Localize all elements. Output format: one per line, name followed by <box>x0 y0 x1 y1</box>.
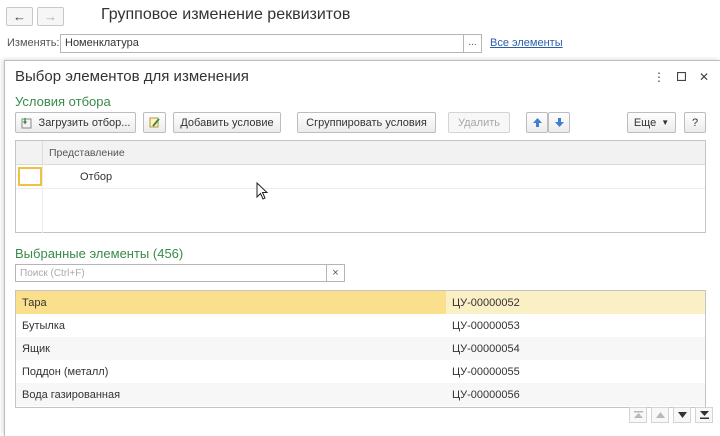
scroll-last-icon <box>699 411 709 419</box>
item-name: Поддон (металл) <box>22 366 109 378</box>
move-down-icon <box>554 118 564 127</box>
scroll-last-button[interactable] <box>695 407 713 423</box>
move-down-button[interactable] <box>548 112 570 133</box>
scroll-down-icon <box>677 412 687 418</box>
selected-section-title: Выбранные элементы (456) <box>15 246 184 261</box>
scroll-down-button[interactable] <box>673 407 691 423</box>
clear-search-button[interactable]: × <box>327 264 345 282</box>
back-button[interactable]: ← <box>6 7 33 26</box>
move-up-button[interactable] <box>526 112 548 133</box>
search-input[interactable]: Поиск (Ctrl+F) <box>15 264 327 282</box>
all-elements-link[interactable]: Все элементы <box>490 37 563 49</box>
more-button[interactable]: Еще ▼ <box>627 112 676 133</box>
load-filter-button[interactable]: Загрузить отбор... <box>15 112 136 133</box>
column-divider <box>42 165 43 233</box>
table-row[interactable]: Вода газированная ЦУ-00000056 <box>16 383 705 406</box>
item-name: Тара <box>16 291 446 314</box>
move-up-icon <box>532 118 542 127</box>
change-object-field[interactable]: Номенклатура <box>60 34 464 53</box>
filter-row-label: Отбор <box>80 171 113 183</box>
use-checkbox[interactable] <box>18 167 42 186</box>
item-code: ЦУ-00000052 <box>446 291 705 314</box>
table-row[interactable]: Поддон (металл) ЦУ-00000055 <box>16 360 705 383</box>
settings-edit-button[interactable] <box>143 112 166 133</box>
change-label: Изменять: <box>7 37 60 49</box>
table-row[interactable]: Бутылка ЦУ-00000053 <box>16 314 705 337</box>
item-name: Вода газированная <box>22 389 121 401</box>
item-code: ЦУ-00000053 <box>452 320 520 332</box>
help-button[interactable]: ? <box>684 112 706 133</box>
load-filter-icon <box>21 117 32 128</box>
header-divider <box>42 141 43 164</box>
filter-section-title: Условия отбора <box>15 94 111 109</box>
item-code: ЦУ-00000055 <box>452 366 520 378</box>
back-arrow-icon: ← <box>13 9 26 24</box>
scroll-first-button[interactable] <box>629 407 647 423</box>
scroll-first-icon <box>633 411 643 418</box>
background-window: ← → Групповое изменение реквизитов Измен… <box>0 0 720 60</box>
select-elements-dialog: Выбор элементов для изменения ⋮ ✕ Услови… <box>4 60 720 436</box>
forward-arrow-icon: → <box>44 9 57 24</box>
maximize-icon[interactable] <box>674 70 688 84</box>
load-filter-label: Загрузить отбор... <box>38 116 131 129</box>
item-code: ЦУ-00000054 <box>452 343 520 355</box>
scroll-up-icon <box>655 412 665 418</box>
settings-edit-icon <box>149 117 160 128</box>
table-header: Представление <box>16 141 705 165</box>
filter-conditions-table[interactable]: Представление Отбор <box>15 140 706 233</box>
item-name: Бутылка <box>22 320 66 332</box>
page-title: Групповое изменение реквизитов <box>101 6 351 23</box>
dialog-title: Выбор элементов для изменения <box>15 68 249 85</box>
kebab-menu-icon[interactable]: ⋮ <box>652 70 666 84</box>
selected-elements-table[interactable]: Тара ЦУ-00000052 Бутылка ЦУ-00000053 Ящи… <box>15 290 706 408</box>
table-row[interactable]: Тара ЦУ-00000052 <box>16 291 705 314</box>
dropdown-caret-icon: ▼ <box>661 118 670 127</box>
forward-button[interactable]: → <box>37 7 64 26</box>
more-label: Еще <box>633 116 657 129</box>
scroll-up-button[interactable] <box>651 407 669 423</box>
mouse-cursor-icon <box>256 182 269 200</box>
close-icon[interactable]: ✕ <box>697 70 711 84</box>
add-condition-button[interactable]: Добавить условие <box>173 112 281 133</box>
column-header-presentation[interactable]: Представление <box>49 147 125 159</box>
delete-button[interactable]: Удалить <box>448 112 510 133</box>
table-row[interactable]: Ящик ЦУ-00000054 <box>16 337 705 360</box>
item-code: ЦУ-00000056 <box>452 389 520 401</box>
item-name: Ящик <box>22 343 50 355</box>
select-object-button[interactable]: ... <box>464 34 482 53</box>
group-conditions-button[interactable]: Сгруппировать условия <box>297 112 436 133</box>
table-row[interactable]: Отбор <box>16 165 705 189</box>
